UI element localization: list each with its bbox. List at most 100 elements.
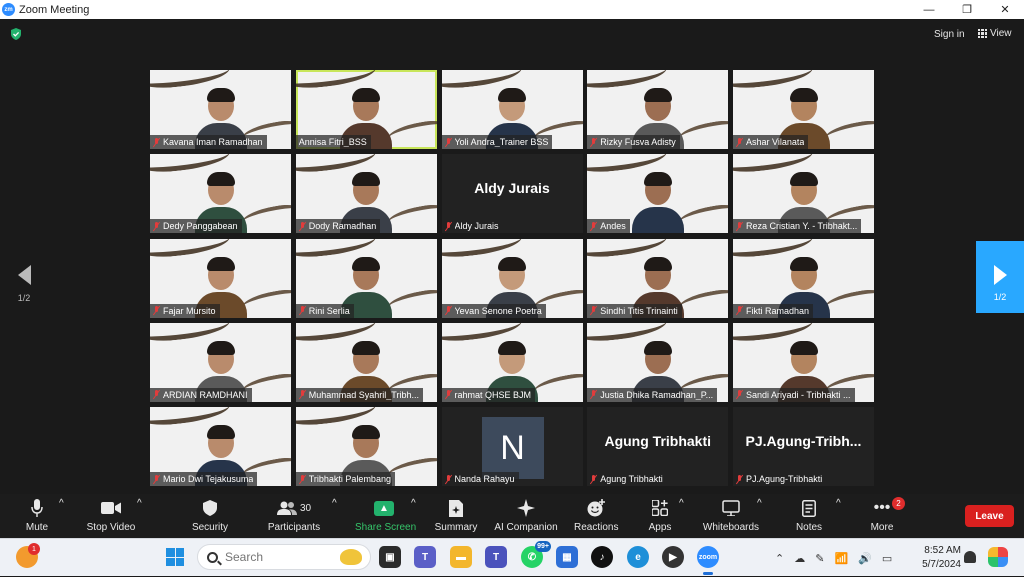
next-page-button[interactable]: 1/2 [976,241,1024,313]
search-input[interactable] [225,550,325,564]
notes-button[interactable]: Notes [793,498,825,533]
file-explorer-icon[interactable]: ▬ [450,546,472,568]
participant-tile[interactable]: Muhammad Syahril_Tribh... [295,322,437,402]
participant-name: PJ.Agung-Tribhakti [746,474,823,484]
pen-icon[interactable]: ✎ [815,552,824,565]
video-options-chevron-icon[interactable]: ^ [137,498,142,509]
security-label: Security [191,522,229,533]
participant-tile[interactable]: Dody Ramadhan [295,154,437,234]
participant-name-bar: PJ.Agung-Tribhakti [733,472,827,486]
reactions-button[interactable]: Reactions [574,498,618,533]
mute-options-chevron-icon[interactable]: ^ [59,498,64,509]
copilot-icon[interactable] [988,547,1008,567]
participant-tile[interactable]: Sindhi Titis Trinainti [587,238,729,318]
security-button[interactable]: Security [189,498,231,533]
mic-muted-icon [299,390,306,399]
participant-tile[interactable]: Dedy Panggabean [150,154,291,234]
zoom-active-indicator [703,572,713,575]
restore-button[interactable]: ❐ [948,0,986,19]
summary-button[interactable]: Summary [433,498,479,533]
volume-icon[interactable]: 🔊 [858,552,872,565]
zoom-app-icon[interactable]: zoom [697,546,719,568]
microphone-icon [18,498,56,518]
apps-options-chevron-icon[interactable]: ^ [679,498,684,509]
participant-tile[interactable]: Tribhakti Palembang [295,407,437,486]
participant-tile[interactable]: Kavana Iman Ramadhan [150,70,291,149]
participant-tile[interactable]: Rini Serlia [295,238,437,318]
more-button[interactable]: ••• 2 More [866,497,905,533]
mic-muted-icon [299,474,306,484]
weather-widget-icon[interactable]: 1 [16,543,40,568]
leave-button[interactable]: Leave [965,505,1014,527]
participant-tile[interactable]: Ashar Vilanata [733,70,874,149]
participant-tile[interactable]: Sandi Ariyadi - Tribhakti ... [733,322,874,402]
search-icon [207,551,218,563]
view-button[interactable]: View [978,28,1012,39]
participant-tile[interactable]: Justia Dhika Ramadhan_P... [587,322,729,402]
taskbar-search-box[interactable] [197,544,371,570]
participant-name-bar: Dody Ramadhan [295,219,381,234]
tray-overflow-chevron-icon[interactable]: ⌃ [775,552,784,565]
participant-name: ARDIAN RAMDHANI [163,389,248,400]
tiktok-icon[interactable]: ♪ [591,546,613,568]
participant-tile[interactable]: Yoli Andra_Trainer BSS [441,70,583,149]
participant-name-bar: Kavana Iman Ramadhan [150,135,267,149]
notes-options-chevron-icon[interactable]: ^ [836,498,841,509]
battery-icon[interactable]: ▭ [882,552,892,565]
stop-video-button[interactable]: Stop Video [84,498,138,533]
mute-button[interactable]: Mute [18,498,56,533]
previous-page-button[interactable]: 1/2 [10,265,38,315]
participant-tile[interactable]: Aldy Jurais Aldy Jurais [441,154,583,234]
chevron-right-icon [993,265,1007,285]
participant-name: Muhammad Syahril_Tribh... [308,389,419,400]
whiteboards-options-chevron-icon[interactable]: ^ [757,498,762,509]
encryption-shield-icon[interactable] [10,28,22,40]
participant-name: Fajar Mursito [163,305,216,316]
microsoft-store-icon[interactable]: ▦ [556,546,578,568]
wifi-icon[interactable]: 📶 [834,552,848,565]
close-button[interactable]: ✕ [986,0,1024,19]
participant-name: Yoli Andra_Trainer BSS [454,137,549,147]
apps-button[interactable]: Apps [645,498,675,533]
more-notification-badge: 2 [892,497,905,510]
notes-icon [793,498,825,518]
participant-tile[interactable]: N Nanda Rahayu [441,407,583,486]
teams-icon[interactable]: T [485,546,507,568]
windows-start-icon[interactable] [166,548,184,566]
participant-name: Andes [600,221,626,232]
edge-browser-icon[interactable]: e [627,546,649,568]
participants-options-chevron-icon[interactable]: ^ [332,498,337,509]
share-options-chevron-icon[interactable]: ^ [411,498,416,509]
participant-tile[interactable]: Fajar Mursito [150,238,291,318]
minimize-button[interactable]: — [910,0,948,19]
teams-chat-icon[interactable]: T [414,546,436,568]
stop-video-label: Stop Video [86,522,136,533]
participant-tile[interactable]: Mario Dwi Tejakusuma [150,407,291,486]
mic-muted-icon [590,306,597,315]
whiteboards-button[interactable]: Whiteboards [701,498,761,533]
clock-date: 5/7/2024 [922,559,961,570]
participant-tile[interactable]: ARDIAN RAMDHANI [150,322,291,402]
sign-in-link[interactable]: Sign in [934,29,965,40]
task-view-icon[interactable]: ▣ [379,546,401,568]
participant-tile[interactable]: Yevan Senone Poetra [441,238,583,318]
participant-tile[interactable]: Rizky Fusva Adisty [587,70,729,149]
notification-bell-icon[interactable] [964,551,976,563]
participant-tile[interactable]: Fikti Ramadhan [733,238,874,318]
participants-button[interactable]: 30 Participants [264,498,324,533]
sparkle-icon [494,498,558,518]
participant-tile[interactable]: Reza Cristian Y. - Tribhakt... [733,154,874,234]
participant-tile[interactable]: PJ.Agung-Tribh... PJ.Agung-Tribhakti [733,407,874,486]
participant-tile[interactable]: Agung Tribhakti Agung Tribhakti [587,407,729,486]
media-player-icon[interactable]: ▶ [662,546,684,568]
participant-tile[interactable]: rahmat QHSE BJM [441,322,583,402]
cloud-icon[interactable]: ☁ [794,552,805,565]
taskbar-clock[interactable]: 8:52 AM 5/7/2024 [915,544,961,572]
participant-tile[interactable]: Annisa Fitri_BSS [295,70,437,149]
whatsapp-icon[interactable]: ✆ 99+ [521,541,551,568]
share-screen-button[interactable]: ▲ Share Screen [355,498,416,533]
ai-companion-button[interactable]: AI Companion [494,498,558,533]
participants-label: Participants [267,522,321,533]
participant-tile[interactable]: Andes [587,154,729,234]
grid-view-icon [978,29,987,38]
